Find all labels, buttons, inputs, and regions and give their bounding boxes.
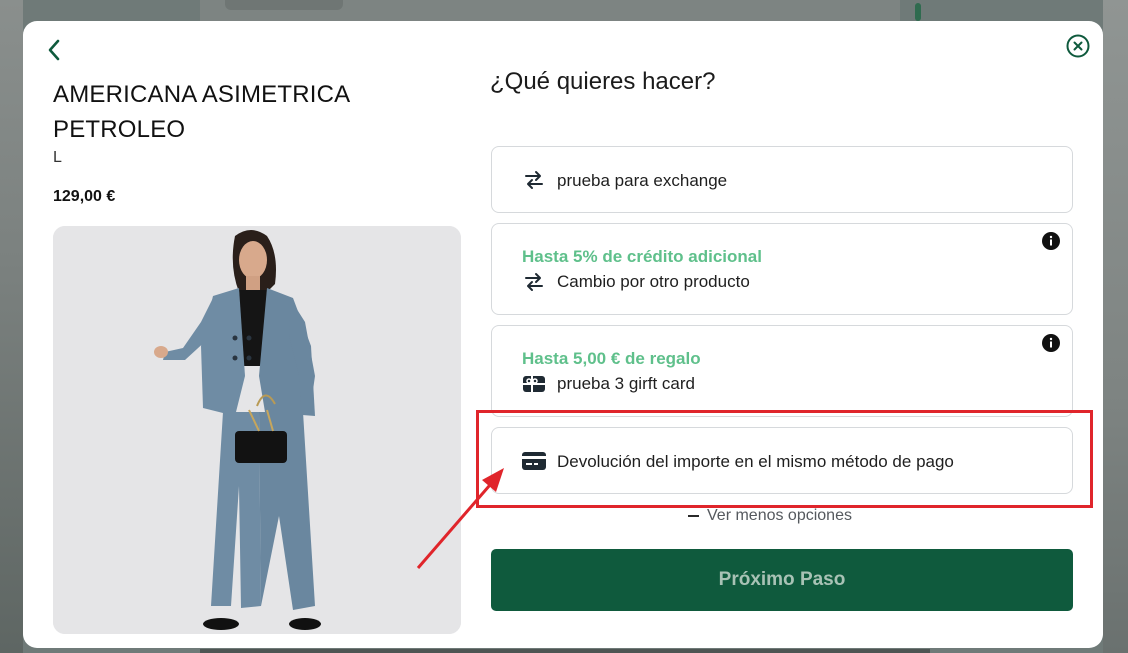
option-promo: Hasta 5% de crédito adicional — [522, 247, 762, 266]
question-heading: ¿Qué quieres hacer? — [490, 68, 716, 95]
product-image — [53, 226, 461, 634]
option-exchange-product[interactable]: Hasta 5% de crédito adicional Cambio por… — [491, 223, 1073, 315]
show-less-options-label: Ver menos opciones — [707, 507, 852, 524]
product-size: L — [53, 149, 62, 166]
annotation-arrow-icon — [416, 468, 504, 569]
exchange-arrows-icon — [522, 270, 546, 294]
info-icon[interactable] — [1042, 232, 1060, 250]
option-gift-card[interactable]: Hasta 5,00 € de regalo prueba 3 girft ca… — [491, 325, 1073, 417]
background-left-strip — [0, 0, 23, 653]
return-options-modal: AMERICANA ASIMETRICA PETROLEO L 129,00 € — [23, 21, 1103, 648]
background-right-strip — [1103, 0, 1128, 653]
info-icon[interactable] — [1042, 334, 1060, 352]
exchange-arrows-icon — [522, 168, 546, 192]
product-name: AMERICANA ASIMETRICA PETROLEO — [53, 81, 350, 143]
gift-card-icon — [522, 372, 546, 396]
show-less-options-link[interactable]: Ver menos opciones — [688, 507, 852, 525]
close-button[interactable] — [1066, 34, 1090, 58]
background-bottom-shade — [200, 649, 930, 653]
back-button[interactable] — [41, 37, 67, 63]
background-green-marker — [915, 3, 921, 21]
option-promo: Hasta 5,00 € de regalo — [522, 349, 701, 368]
option-label: prueba 3 girft card — [557, 374, 695, 393]
option-label: Cambio por otro producto — [557, 272, 750, 291]
minus-icon — [688, 515, 699, 517]
model-photo-illustration — [53, 226, 461, 634]
product-price: 129,00 € — [53, 188, 116, 205]
option-exchange-test[interactable]: prueba para exchange — [491, 146, 1073, 213]
close-icon — [1066, 34, 1090, 58]
chevron-left-icon — [48, 39, 60, 61]
annotation-highlight-box — [476, 410, 1093, 508]
option-label: prueba para exchange — [557, 171, 728, 190]
background-top-pill — [225, 0, 343, 10]
next-step-button[interactable]: Próximo Paso — [491, 549, 1073, 611]
